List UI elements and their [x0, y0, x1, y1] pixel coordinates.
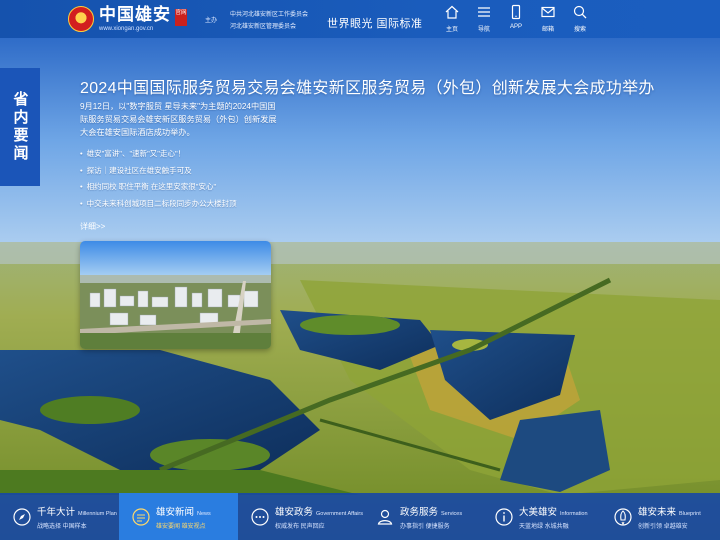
channel-news[interactable]: 雄安新闻 News 雄安要闻 雄安视点 — [119, 493, 238, 540]
news-headline[interactable]: 2024中国国际服务贸易交易会雄安新区服务贸易（外包）创新发展大会成功举办 — [80, 74, 655, 98]
tile-subtitle: 权威发布 民声回应 — [275, 523, 325, 530]
site-logo[interactable]: 中国雄安 www.xiongan.gov.cn 官网 — [68, 4, 187, 34]
tile-title-en: Government Affairs — [316, 510, 363, 517]
bottom-channel-bar: 千年大计 Millennium Plan 战略选择 中国样本 雄安新闻 News 雄… — [0, 493, 720, 540]
sponsor-line: 中共河北雄安新区工作委员会 — [230, 12, 309, 18]
user-icon — [377, 509, 393, 525]
tile-title-zh: 大美雄安 — [519, 506, 558, 518]
tile-text: 千年大计 Millennium Plan 战略选择 中国样本 — [37, 504, 117, 530]
info-icon — [495, 507, 513, 526]
nav-label: 主页 — [445, 27, 458, 33]
tile-title: 政务服务 Services — [400, 504, 462, 518]
news-icon — [132, 507, 150, 526]
menu-icon — [478, 7, 490, 17]
tile-title-zh: 千年大计 — [37, 506, 76, 518]
channel-millennium-plan[interactable]: 千年大计 Millennium Plan 战略选择 中国样本 — [0, 493, 119, 540]
side-tab-label: 省内要闻 — [11, 91, 29, 163]
tile-title-zh: 雄安未来 — [638, 506, 677, 518]
site-header: 中国雄安 www.xiongan.gov.cn 官网 主办 中共河北雄安新区工作… — [0, 0, 720, 38]
nav-label: 邮箱 — [541, 27, 554, 33]
tile-text: 雄安新闻 News 雄安要闻 雄安视点 — [156, 504, 211, 530]
mobile-icon — [511, 4, 521, 20]
news-list: 雄安"富讲"、"速新"又"走心"！ 探访｜建设社区在雄安触手可及 相约同校 职住… — [80, 146, 237, 212]
news-list-item[interactable]: 相约同校 职住平衡 在这里安家很"安心" — [80, 179, 237, 196]
tile-text: 雄安未来 Blueprint 创新引领 卓越雄安 — [638, 504, 701, 530]
tile-title-en: Information — [560, 510, 588, 517]
logo-title: 中国雄安 — [99, 4, 171, 25]
news-list-item[interactable]: 中交未来科创城项目二标段同步办公大楼封顶 — [80, 196, 237, 213]
nav-app[interactable]: APP — [504, 4, 528, 33]
chat-icon — [251, 507, 269, 526]
mail-icon — [541, 6, 555, 18]
tile-subtitle: 雄安要闻 雄安视点 — [156, 523, 206, 530]
nav-search[interactable]: 搜索 — [568, 4, 592, 33]
city-aerial-photo — [80, 241, 271, 349]
province-news-tab[interactable]: 省内要闻 — [0, 68, 40, 186]
news-thumbnail-image[interactable] — [80, 241, 271, 349]
tile-subtitle: 创新引领 卓越雄安 — [638, 523, 688, 530]
nav-mail[interactable]: 邮箱 — [536, 4, 560, 33]
channel-blueprint[interactable]: 雄安未来 Blueprint 创新引领 卓越雄安 — [601, 493, 720, 540]
news-summary: 9月12日，以"数字服贸 星导未来"为主题的2024中国国际服务贸易交易会雄安新… — [80, 102, 277, 137]
channel-services[interactable]: 政务服务 Services 办事指引 便捷服务 — [363, 493, 482, 540]
national-emblem-icon — [68, 6, 94, 32]
tile-text: 雄安政务 Government Affairs 权威发布 民声回应 — [275, 504, 363, 530]
channel-information[interactable]: 大美雄安 Information 天蓝地绿 水城共融 — [482, 493, 601, 540]
sponsor-list: 中共河北雄安新区工作委员会 河北雄安新区管理委员会 — [230, 9, 308, 33]
news-more-link[interactable]: 详细>> — [80, 221, 105, 232]
nav-label: APP — [509, 24, 522, 30]
compass-icon — [13, 507, 31, 526]
tile-title: 雄安新闻 News — [156, 504, 211, 518]
tile-title-zh: 政务服务 — [400, 506, 439, 518]
tile-text: 政务服务 Services 办事指引 便捷服务 — [400, 504, 462, 530]
home-icon — [445, 5, 459, 19]
tile-title-zh: 雄安政务 — [275, 506, 314, 518]
site-slogan: 世界眼光 国际标准 — [327, 18, 423, 30]
search-icon — [573, 5, 587, 19]
rocket-icon — [614, 507, 632, 526]
channel-government-affairs[interactable]: 雄安政务 Government Affairs 权威发布 民声回应 — [238, 493, 363, 540]
nav-label: 导航 — [477, 27, 490, 33]
tile-subtitle: 天蓝地绿 水城共融 — [519, 523, 569, 530]
tile-title: 千年大计 Millennium Plan — [37, 504, 117, 518]
tile-subtitle: 战略选择 中国样本 — [37, 523, 87, 530]
tile-title-zh: 雄安新闻 — [156, 506, 195, 518]
tile-title-en: News — [197, 510, 211, 517]
tile-title-en: Blueprint — [679, 510, 701, 517]
tile-title-en: Services — [441, 510, 463, 517]
official-seal-badge: 官网 — [175, 9, 187, 26]
tile-text: 大美雄安 Information 天蓝地绿 水城共融 — [519, 504, 588, 530]
nav-navigation[interactable]: 导航 — [472, 4, 496, 33]
tile-title-en: Millennium Plan — [78, 510, 117, 517]
logo-url: www.xiongan.gov.cn — [99, 25, 154, 32]
logo-text: 中国雄安 www.xiongan.gov.cn — [99, 4, 171, 33]
news-list-item[interactable]: 雄安"富讲"、"速新"又"走心"！ — [80, 146, 237, 163]
news-list-item[interactable]: 探访｜建设社区在雄安触手可及 — [80, 163, 237, 180]
tile-title: 雄安政务 Government Affairs — [275, 504, 363, 518]
nav-label: 搜索 — [573, 27, 586, 33]
nav-home[interactable]: 主页 — [440, 4, 464, 33]
tile-title: 雄安未来 Blueprint — [638, 504, 701, 518]
sponsor-label: 主办 — [205, 18, 218, 24]
tile-title: 大美雄安 Information — [519, 504, 588, 518]
tile-subtitle: 办事指引 便捷服务 — [400, 523, 450, 530]
sponsor-line: 河北雄安新区管理委员会 — [230, 24, 297, 30]
header-nav: 主页 导航 APP 邮箱 搜索 — [440, 4, 592, 33]
